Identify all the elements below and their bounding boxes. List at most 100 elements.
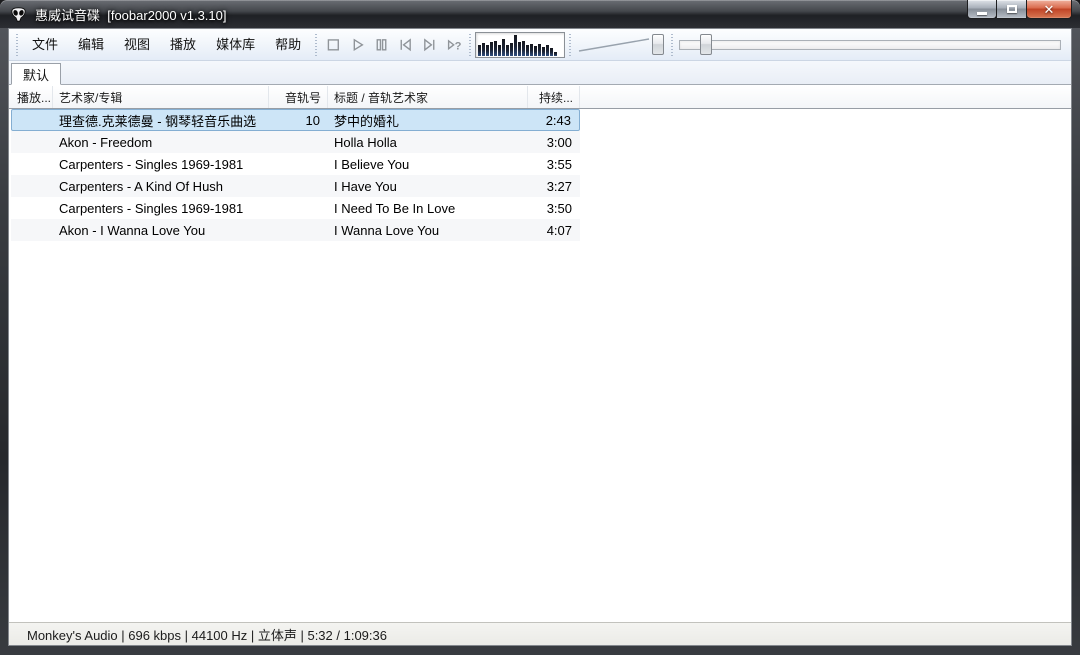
spectrum-bar-2 [486, 45, 489, 56]
column-header-title[interactable]: 标题 / 音轨艺术家 [328, 86, 528, 108]
playlist-row-2[interactable]: Carpenters - Singles 1969-1981I Believe … [11, 153, 580, 175]
close-icon: ✕ [1044, 1, 1055, 18]
minimize-icon [977, 12, 987, 15]
column-header-duration[interactable]: 持续... [528, 86, 580, 108]
seekbar[interactable] [677, 32, 1061, 58]
playlist-rows: 理查德.克莱德曼 - 钢琴轻音乐曲选10梦中的婚礼2:43Akon - Free… [11, 109, 580, 241]
client-area: 文件编辑视图播放媒体库帮助 ? 默认 播放...艺术家/专辑音轨号标题 / 音轨… [8, 28, 1072, 646]
playlist-row-4[interactable]: Carpenters - Singles 1969-1981 I Need To … [11, 197, 580, 219]
playlist-row-0[interactable]: 理查德.克莱德曼 - 钢琴轻音乐曲选10梦中的婚礼2:43 [11, 109, 580, 131]
playlist-row-5[interactable]: Akon - I Wanna Love You I Wanna Love You4… [11, 219, 580, 241]
titlebar[interactable]: 惠威试音碟 [foobar2000 v1.3.10] ✕ [0, 0, 1080, 28]
cell-artist_album: Carpenters - Singles 1969-1981 [53, 201, 269, 216]
cell-title: 梦中的婚礼 [328, 111, 528, 130]
spectrum-bar-7 [506, 45, 509, 56]
spectrum-grip-handle[interactable] [468, 34, 472, 56]
spectrum-bar-6 [502, 39, 505, 56]
volume-slider-thumb[interactable] [652, 34, 664, 55]
cell-duration: 2:43 [528, 113, 579, 128]
cell-track: 10 [269, 113, 328, 128]
random-button[interactable]: ? [441, 33, 465, 57]
volume-slider[interactable] [575, 32, 667, 58]
cell-duration: 3:55 [528, 157, 580, 172]
cell-title: I Have You [328, 179, 528, 194]
cell-artist_album: 理查德.克莱德曼 - 钢琴轻音乐曲选 [53, 111, 269, 130]
toolbar: 文件编辑视图播放媒体库帮助 ? [9, 29, 1071, 61]
cell-artist_album: Carpenters - A Kind Of Hush [53, 179, 269, 194]
playlist-row-3[interactable]: Carpenters - A Kind Of Hush I Have You3:2… [11, 175, 580, 197]
spectrum-bar-10 [518, 42, 521, 56]
minimize-button[interactable] [967, 0, 997, 19]
maximize-button[interactable] [997, 0, 1027, 19]
column-header-track[interactable]: 音轨号 [269, 86, 328, 108]
menu-item-0[interactable]: 文件 [22, 29, 68, 60]
spectrum-bar-11 [522, 41, 525, 56]
pause-icon [373, 36, 390, 53]
playlist-row-1[interactable]: Akon - Freedom Holla Holla3:00 [11, 131, 580, 153]
menubar-grip-handle[interactable] [15, 34, 19, 56]
menu-item-5[interactable]: 帮助 [265, 29, 311, 60]
cell-duration: 3:27 [528, 179, 580, 194]
next-button[interactable] [417, 33, 441, 57]
menu-item-3[interactable]: 播放 [160, 29, 206, 60]
cell-title: I Need To Be In Love [328, 201, 528, 216]
foobar2000-app-icon[interactable] [10, 7, 27, 22]
seekbar-track[interactable] [679, 40, 1061, 50]
next-icon [421, 36, 438, 53]
play-icon [349, 36, 366, 53]
statusbar: Monkey's Audio | 696 kbps | 44100 Hz | 立… [9, 622, 1071, 645]
spectrum-bar-5 [498, 45, 501, 56]
menubar: 文件编辑视图播放媒体库帮助 [22, 29, 311, 60]
maximize-icon [1007, 5, 1017, 13]
spectrum-bar-9 [514, 35, 517, 56]
cell-artist_album: Akon - Freedom [53, 135, 269, 150]
spectrum-visualizer[interactable] [475, 32, 565, 58]
cell-title: Holla Holla [328, 135, 528, 150]
spectrum-bar-15 [538, 44, 541, 56]
stop-icon [325, 36, 342, 53]
cell-artist_album: Akon - I Wanna Love You [53, 223, 269, 238]
spectrum-bar-13 [530, 44, 533, 56]
column-header-playing[interactable]: 播放... [11, 86, 53, 108]
playlist-tab-strip: 默认 [9, 61, 1071, 85]
menu-item-1[interactable]: 编辑 [68, 29, 114, 60]
app-window: 惠威试音碟 [foobar2000 v1.3.10] ✕ 文件编辑视图播放媒体库… [0, 0, 1080, 655]
spectrum-bar-12 [526, 45, 529, 56]
statusbar-text: Monkey's Audio | 696 kbps | 44100 Hz | 立… [27, 625, 387, 644]
spectrum-bar-0 [478, 45, 481, 56]
column-header-filler [580, 86, 1071, 108]
spectrum-bar-14 [534, 46, 537, 56]
playlist-header: 播放...艺术家/专辑音轨号标题 / 音轨艺术家持续... [9, 86, 1071, 109]
spectrum-bar-19 [554, 52, 557, 56]
play-button[interactable] [345, 33, 369, 57]
cell-duration: 3:50 [528, 201, 580, 216]
spectrum-bar-8 [510, 43, 513, 56]
cell-title: I Believe You [328, 157, 528, 172]
tab-default-playlist[interactable]: 默认 [11, 63, 61, 85]
menu-item-4[interactable]: 媒体库 [206, 29, 265, 60]
playback-grip-handle[interactable] [314, 34, 318, 56]
spectrum-bar-3 [490, 42, 493, 56]
stop-button[interactable] [321, 33, 345, 57]
spectrum-bar-1 [482, 43, 485, 56]
window-title: 惠威试音碟 [foobar2000 v1.3.10] [35, 5, 226, 24]
spectrum-bar-17 [546, 45, 549, 56]
seekbar-thumb[interactable] [700, 34, 712, 55]
spectrum-bar-18 [550, 48, 553, 56]
volume-grip-handle[interactable] [568, 34, 572, 56]
cell-duration: 4:07 [528, 223, 580, 238]
window-controls: ✕ [967, 0, 1072, 19]
menu-item-2[interactable]: 视图 [114, 29, 160, 60]
previous-button[interactable] [393, 33, 417, 57]
svg-text:?: ? [454, 40, 461, 52]
random-icon: ? [445, 36, 462, 53]
spectrum-bar-16 [542, 47, 545, 56]
column-header-artist_album[interactable]: 艺术家/专辑 [53, 86, 269, 108]
pause-button[interactable] [369, 33, 393, 57]
seekbar-grip-handle[interactable] [670, 34, 674, 56]
cell-title: I Wanna Love You [328, 223, 528, 238]
playlist-panel: 播放...艺术家/专辑音轨号标题 / 音轨艺术家持续... 理查德.克莱德曼 -… [9, 86, 1071, 622]
close-button[interactable]: ✕ [1027, 0, 1072, 19]
cell-duration: 3:00 [528, 135, 580, 150]
previous-icon [397, 36, 414, 53]
